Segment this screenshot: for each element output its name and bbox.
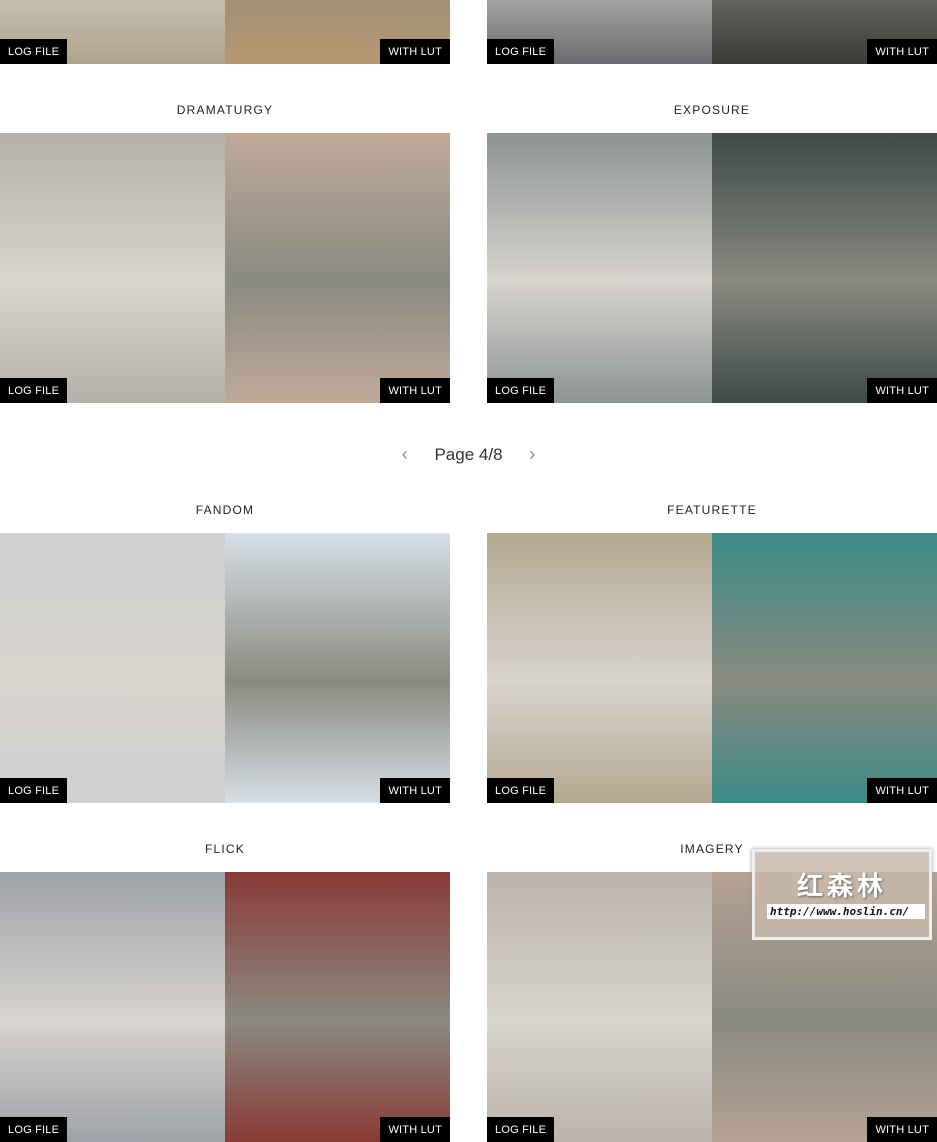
with-lut-label: WITH LUT	[380, 378, 450, 403]
with-lut-label: WITH LUT	[380, 778, 450, 803]
card-title: Featurette	[667, 503, 757, 517]
card-title: Fandom	[195, 503, 255, 517]
comparison-image[interactable]: LOG FILE WITH LUT	[487, 533, 937, 803]
chevron-right-icon[interactable]: ›	[529, 444, 535, 465]
log-file-label: LOG FILE	[487, 39, 555, 64]
card-title: Dramaturgy	[176, 103, 274, 117]
watermark-url: http://www.hoslin.cn/	[767, 904, 925, 919]
with-lut-label: WITH LUT	[867, 378, 937, 403]
log-half	[0, 133, 225, 403]
card-title: Exposure	[673, 103, 751, 117]
with-lut-label: WITH LUT	[380, 39, 450, 64]
lut-half	[712, 133, 937, 403]
comparison-image[interactable]: LOG FILE WITH LUT	[0, 872, 450, 1142]
comparison-image[interactable]: LOG FILE WITH LUT	[0, 0, 450, 64]
comparison-image[interactable]: LOG FILE WITH LUT	[0, 133, 450, 403]
lut-half	[712, 533, 937, 803]
log-half	[487, 133, 712, 403]
log-file-label: LOG FILE	[0, 378, 68, 403]
card-title: Flick	[204, 842, 245, 856]
log-half	[0, 872, 225, 1142]
with-lut-label: WITH LUT	[867, 1117, 937, 1142]
log-file-label: LOG FILE	[487, 778, 555, 803]
log-half	[487, 872, 712, 1142]
log-half	[487, 533, 712, 803]
watermark: 红森林 http://www.hoslin.cn/	[752, 849, 932, 940]
lut-half	[225, 133, 450, 403]
chevron-left-icon[interactable]: ‹	[402, 444, 408, 465]
page-indicator: Page 4/8	[434, 444, 503, 464]
lut-half	[225, 872, 450, 1142]
log-file-label: LOG FILE	[0, 39, 68, 64]
comparison-image[interactable]: LOG FILE WITH LUT	[0, 533, 450, 803]
with-lut-label: WITH LUT	[380, 1117, 450, 1142]
log-file-label: LOG FILE	[0, 1117, 68, 1142]
comparison-image[interactable]: LOG FILE WITH LUT	[487, 0, 937, 64]
comparison-image[interactable]: LOG FILE WITH LUT	[487, 133, 937, 403]
pagination: ‹ Page 4/8 ›	[0, 444, 937, 465]
with-lut-label: WITH LUT	[867, 39, 937, 64]
log-half	[0, 533, 225, 803]
with-lut-label: WITH LUT	[867, 778, 937, 803]
log-file-label: LOG FILE	[0, 778, 68, 803]
lut-half	[225, 533, 450, 803]
log-file-label: LOG FILE	[487, 1117, 555, 1142]
watermark-name: 红森林	[796, 871, 887, 901]
log-file-label: LOG FILE	[487, 378, 555, 403]
